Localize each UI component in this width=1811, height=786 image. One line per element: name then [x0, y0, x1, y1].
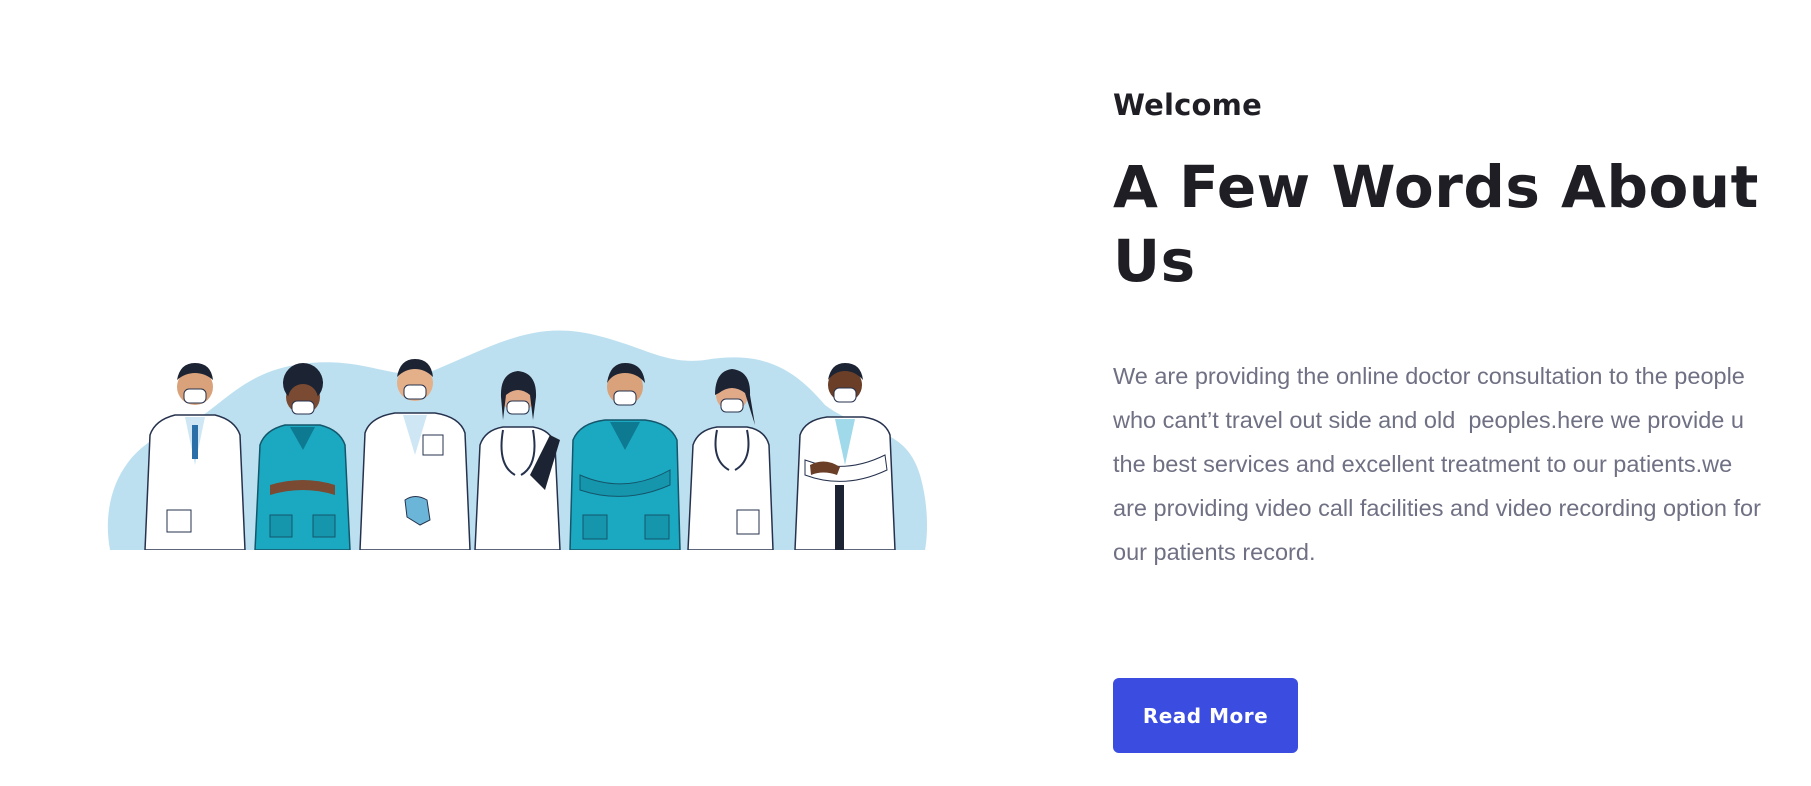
doctor-figure-1 [144, 363, 246, 550]
about-description: We are providing the online doctor consu… [1113, 363, 1768, 565]
about-content: Welcome A Few Words About Us We are prov… [1113, 88, 1773, 574]
section-eyebrow: Welcome [1113, 88, 1262, 122]
read-more-button[interactable]: Read More [1113, 678, 1298, 753]
about-section: Welcome A Few Words About Us We are prov… [0, 0, 1811, 786]
section-heading: A Few Words About Us [1113, 153, 1759, 295]
medical-team-illustration [105, 325, 935, 550]
